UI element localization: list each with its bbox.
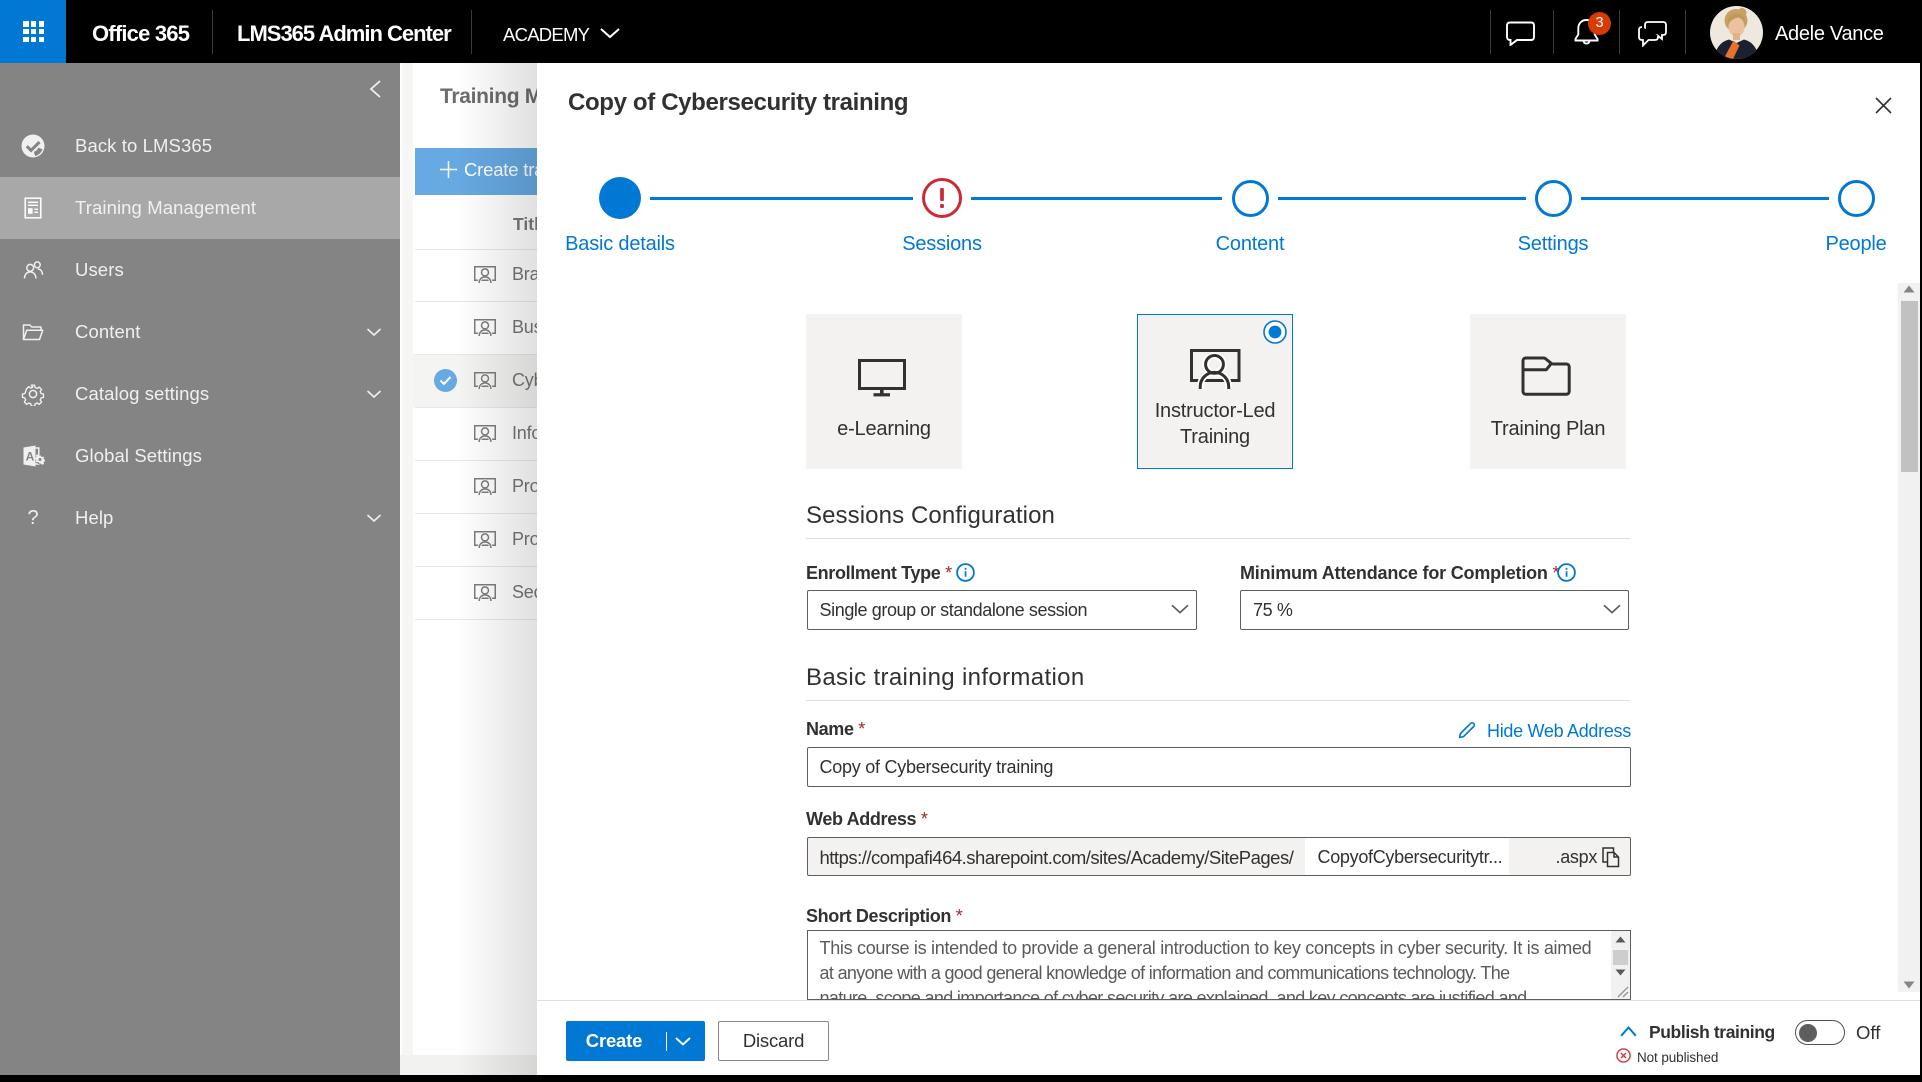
svg-text:A: A <box>26 450 35 464</box>
